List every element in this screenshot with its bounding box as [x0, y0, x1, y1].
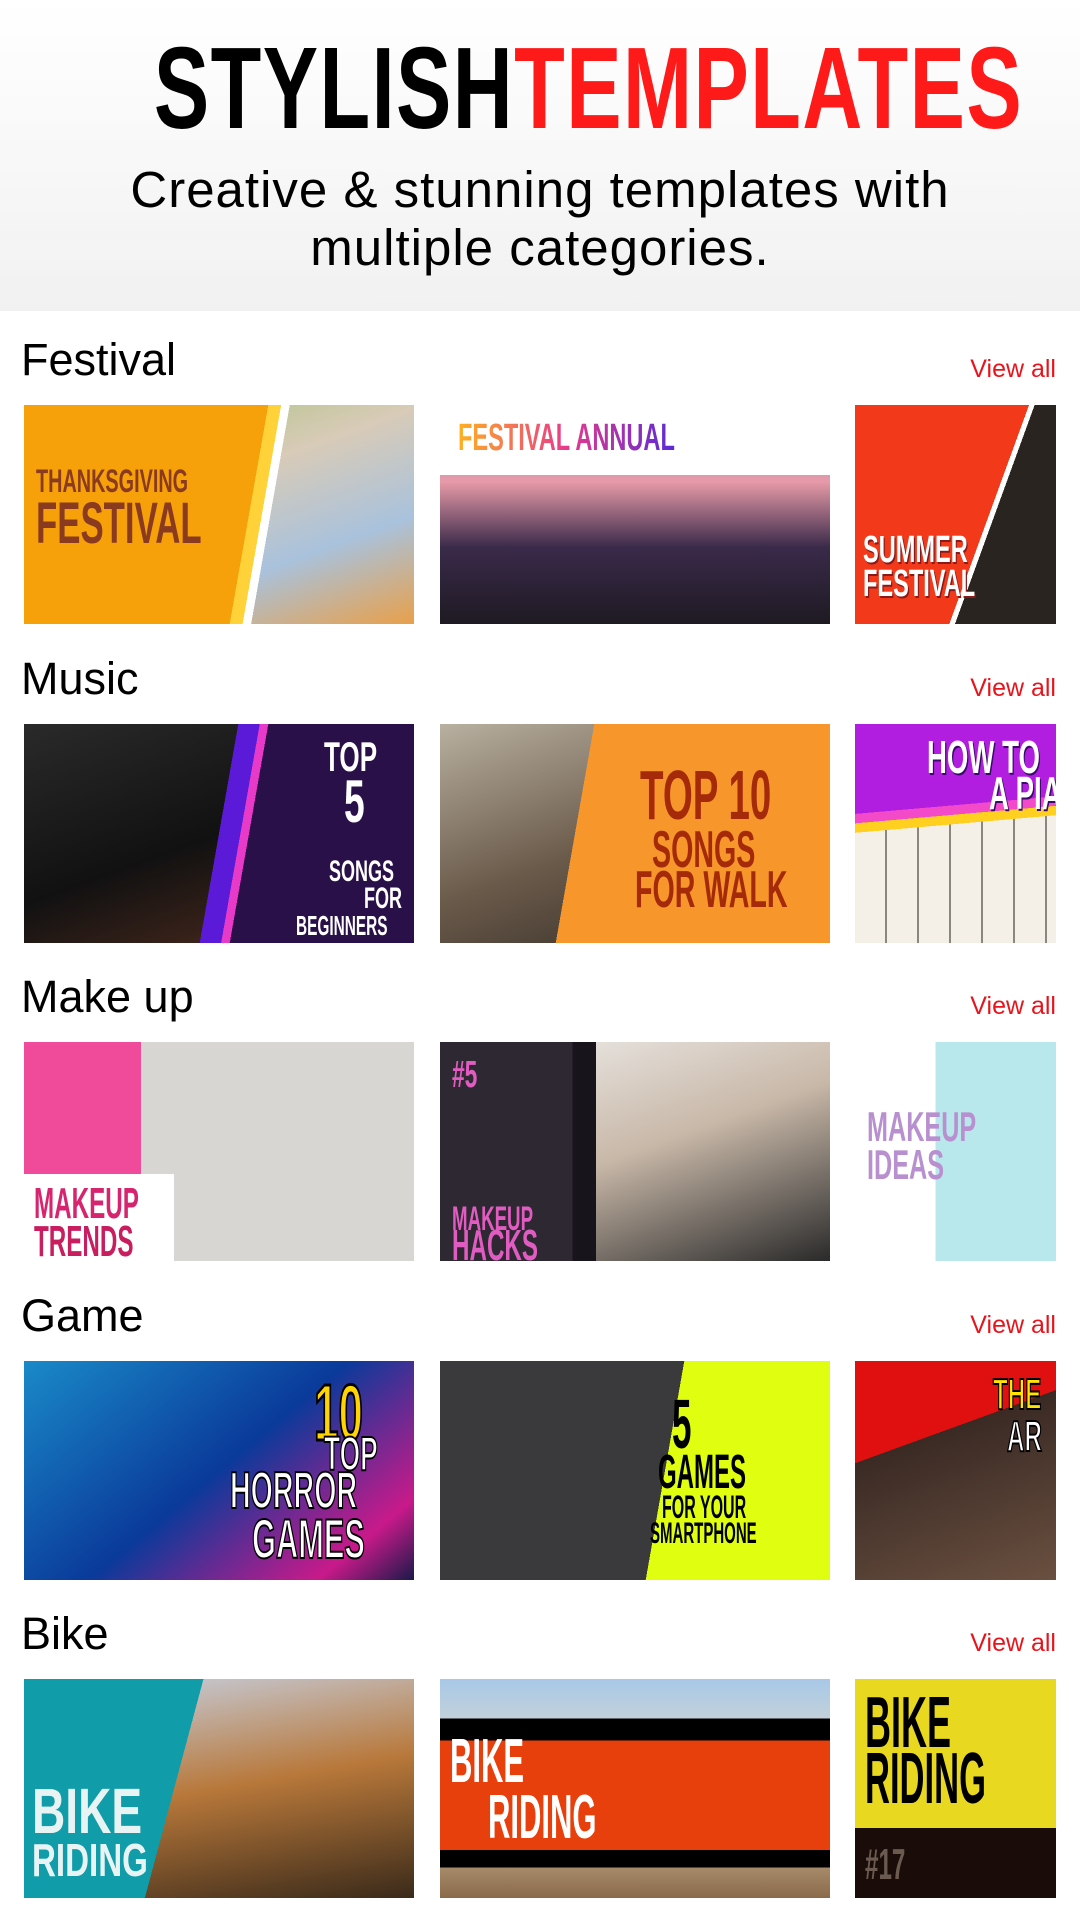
- card-text: FESTIVAL ANNUAL: [458, 417, 675, 459]
- card-text: HACKS: [452, 1221, 539, 1262]
- card-text: 5: [344, 768, 365, 835]
- section-title-bike: Bike: [21, 1608, 109, 1659]
- subtitle-line-2: multiple categories.: [310, 219, 770, 276]
- template-card-music-2[interactable]: TOP 10 SONGS FOR WALK: [440, 724, 830, 943]
- section-title-game: Game: [21, 1290, 144, 1341]
- card-text: RIDING: [865, 1739, 986, 1819]
- template-card-festival-1[interactable]: THANKSGIVING FESTIVAL: [24, 405, 414, 624]
- hero-banner: STYLISHTEMPLATES Creative & stunning tem…: [0, 0, 1080, 311]
- template-card-bike-3[interactable]: BIKE RIDING #17: [855, 1679, 1056, 1898]
- card-text: #5: [452, 1054, 478, 1096]
- title-part-black: STYLISH: [153, 23, 515, 153]
- template-card-make-up-2[interactable]: #5 MAKEUP HACKS: [440, 1042, 830, 1261]
- template-card-make-up-1[interactable]: MAKEUP TRENDS: [24, 1042, 414, 1261]
- card-text: TOP 10: [640, 756, 772, 834]
- card-text: GAMES: [251, 1507, 365, 1570]
- template-card-festival-2[interactable]: FESTIVAL ANNUAL: [440, 405, 830, 624]
- template-card-festival-3[interactable]: SUMMER FESTIVAL: [855, 405, 1056, 624]
- app-title: STYLISHTEMPLATES: [154, 30, 1022, 146]
- view-all-make-up[interactable]: View all: [970, 992, 1056, 1021]
- section-title-festival: Festival: [21, 334, 177, 385]
- template-card-bike-2[interactable]: BIKE RIDING: [440, 1679, 830, 1898]
- card-text: TRENDS: [34, 1217, 134, 1262]
- title-part-red: TEMPLATES: [514, 23, 1024, 153]
- template-card-game-3[interactable]: THE AR: [855, 1361, 1056, 1580]
- card-text: IDEAS: [867, 1141, 945, 1188]
- template-card-bike-1[interactable]: BIKE RIDING: [24, 1679, 414, 1898]
- card-text: #17: [865, 1840, 906, 1889]
- card-text: RIDING: [488, 1783, 597, 1852]
- card-text: A PIA: [989, 767, 1056, 819]
- view-all-game[interactable]: View all: [970, 1311, 1056, 1340]
- card-text: FESTIVAL: [863, 563, 976, 605]
- card-text: FOR WALK: [635, 861, 788, 919]
- template-card-game-1[interactable]: 10 TOP HORROR GAMES: [24, 1361, 414, 1580]
- card-text: SMARTPHONE: [650, 1517, 757, 1550]
- card-text: RIDING: [32, 1834, 148, 1886]
- template-card-make-up-3[interactable]: MAKEUP IDEAS: [855, 1042, 1056, 1261]
- view-all-music[interactable]: View all: [970, 674, 1056, 703]
- card-text: AR: [1006, 1412, 1042, 1461]
- card-text: FESTIVAL: [36, 491, 202, 556]
- template-card-game-2[interactable]: 5 GAMES FOR YOUR SMARTPHONE: [440, 1361, 830, 1580]
- card-text: THE: [992, 1370, 1042, 1419]
- subtitle-line-1: Creative & stunning templates with: [130, 161, 950, 218]
- view-all-festival[interactable]: View all: [970, 355, 1056, 384]
- section-title-music: Music: [21, 653, 139, 704]
- template-card-music-3[interactable]: HOW TO A PIA: [855, 724, 1056, 943]
- view-all-bike[interactable]: View all: [970, 1629, 1056, 1658]
- section-title-make-up: Make up: [21, 971, 194, 1022]
- card-text: BEGINNERS: [296, 910, 388, 941]
- template-card-music-1[interactable]: TOP 5 SONGS FOR BEGINNERS: [24, 724, 414, 943]
